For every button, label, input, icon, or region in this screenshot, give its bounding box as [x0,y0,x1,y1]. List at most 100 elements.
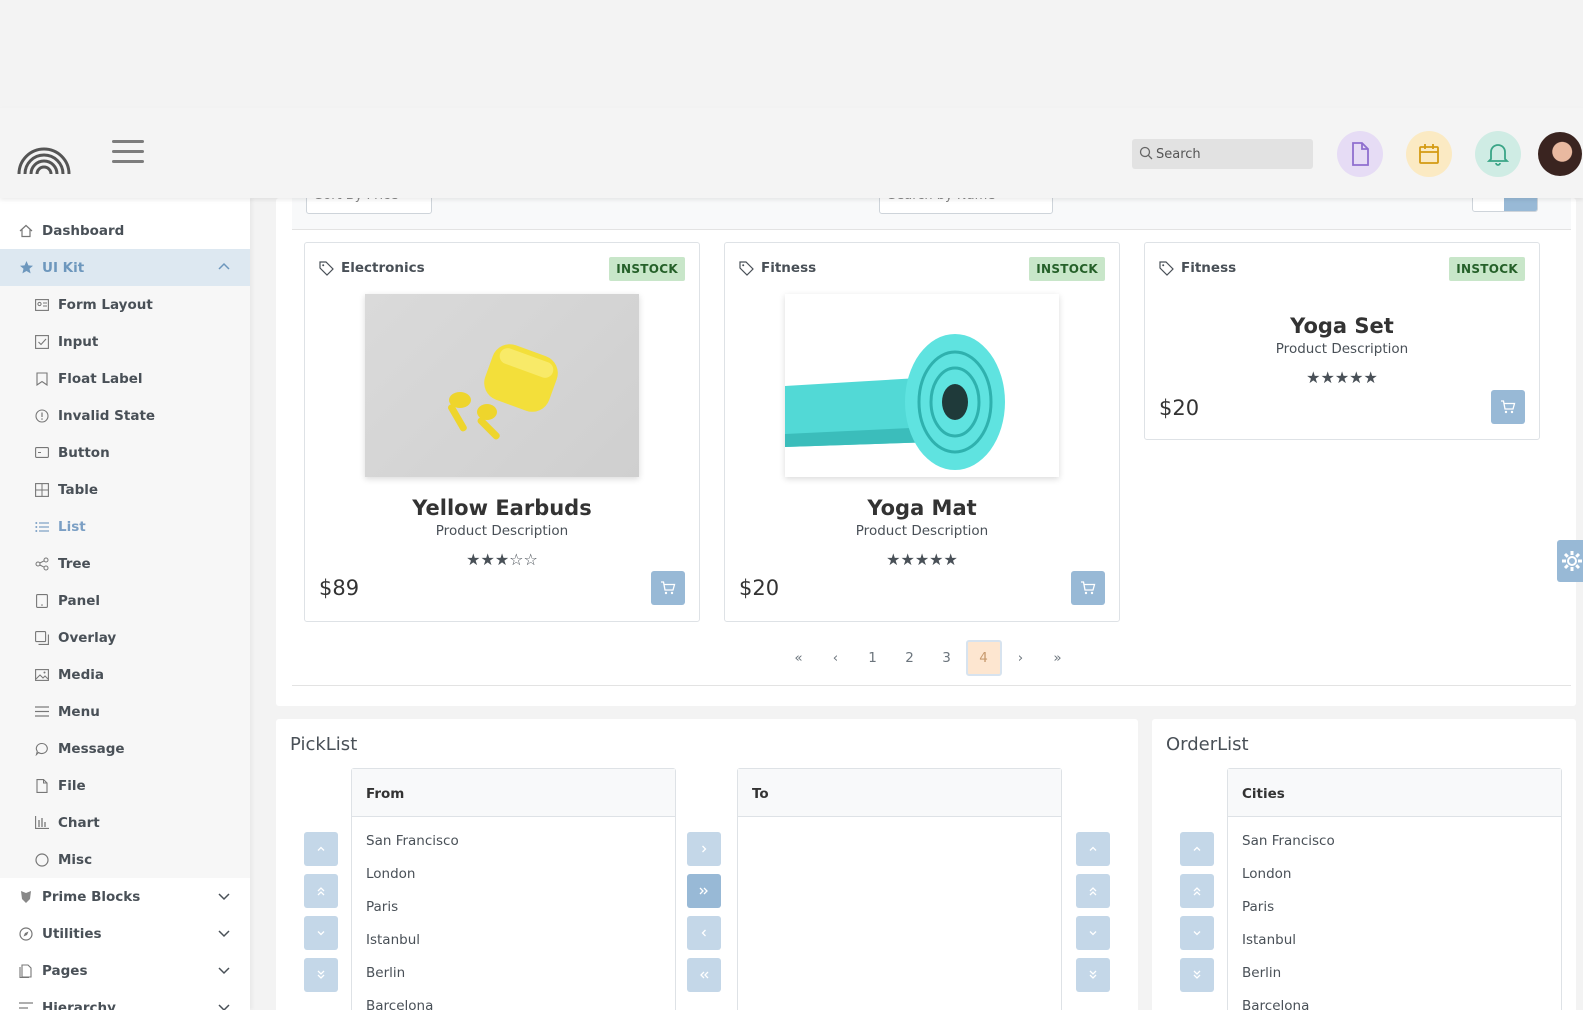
sidebar-item-pages[interactable]: Pages [0,952,250,989]
sidebar-item-tree[interactable]: Tree [0,545,250,582]
sidebar-item-misc[interactable]: Misc [0,841,250,878]
product-name: Yoga Set [1290,314,1394,338]
sidebar-item-menu[interactable]: Menu [0,693,250,730]
add-to-cart-button[interactable] [651,571,685,605]
page-button-3[interactable]: 3 [929,640,965,676]
sidebar-item-prime-blocks[interactable]: Prime Blocks [0,878,250,915]
star-filled-icon[interactable]: ★ [466,550,480,569]
move-down-button[interactable] [304,916,338,950]
avatar[interactable] [1538,132,1582,176]
angle-double-down-icon [317,970,325,979]
move-up-button[interactable] [304,832,338,866]
star-filled-icon[interactable]: ★ [1349,368,1363,387]
angle-up-icon [317,846,325,851]
list-item[interactable]: Paris [1228,890,1561,923]
last-page-button[interactable]: » [1040,640,1076,676]
list-item[interactable]: Berlin [352,956,675,989]
add-to-cart-button[interactable] [1071,571,1105,605]
sidebar-item-media[interactable]: Media [0,656,250,693]
target-move-top-button[interactable] [1076,874,1110,908]
move-bottom-button[interactable] [1180,958,1214,992]
sidebar-item-input[interactable]: Input [0,323,250,360]
calendar-icon [1419,144,1439,164]
sidebar-item-overlay[interactable]: Overlay [0,619,250,656]
sidebar-item-table[interactable]: Table [0,471,250,508]
sidebar-item-ui-kit[interactable]: UI Kit [0,249,250,286]
move-bottom-button[interactable] [304,958,338,992]
move-down-button[interactable] [1180,916,1214,950]
star-empty-icon[interactable]: ☆ [524,550,538,569]
earbuds-image [448,344,558,440]
star-filled-icon[interactable]: ★ [915,550,929,569]
target-move-down-button[interactable] [1076,916,1110,950]
sidebar-item-hierarchy[interactable]: Hierarchy [0,989,250,1010]
notifications-button[interactable] [1475,131,1521,177]
page-button-4[interactable]: 4 [965,640,1002,676]
star-filled-icon[interactable]: ★ [1320,368,1334,387]
star-filled-icon[interactable]: ★ [480,550,494,569]
bell-icon [1487,144,1509,166]
first-page-button[interactable]: « [781,640,817,676]
page-button-2[interactable]: 2 [892,640,928,676]
logo-icon[interactable] [16,136,72,176]
search-input[interactable] [1156,139,1306,169]
list-item[interactable]: London [352,857,675,890]
star-filled-icon[interactable]: ★ [900,550,914,569]
list-item[interactable]: Berlin [1228,956,1561,989]
next-page-button[interactable]: › [1003,640,1039,676]
menu-toggle-button[interactable] [112,140,144,166]
sidebar-item-list[interactable]: List [0,508,250,545]
prev-page-button[interactable]: ‹ [818,640,854,676]
sidebar-item-dashboard[interactable]: Dashboard [0,212,250,249]
move-all-to-source-button[interactable] [687,958,721,992]
layout-toggle[interactable] [1472,198,1538,212]
page-button-1[interactable]: 1 [855,640,891,676]
star-filled-icon[interactable]: ★ [944,550,958,569]
sidebar-item-panel[interactable]: Panel [0,582,250,619]
grid-view-button[interactable] [1504,198,1537,211]
product-rating[interactable]: ★★★★★ [725,550,1119,569]
sidebar-item-file[interactable]: File [0,767,250,804]
target-move-up-button[interactable] [1076,832,1110,866]
list-item[interactable]: Barcelona [1228,989,1561,1010]
move-top-button[interactable] [304,874,338,908]
add-to-cart-button[interactable] [1491,390,1525,424]
sidebar-item-chart[interactable]: Chart [0,804,250,841]
target-move-bottom-button[interactable] [1076,958,1110,992]
move-to-source-button[interactable] [687,916,721,950]
list-item[interactable]: Barcelona [352,989,675,1010]
star-filled-icon[interactable]: ★ [495,550,509,569]
sidebar-item-utilities[interactable]: Utilities [0,915,250,952]
config-button[interactable] [1557,540,1583,582]
file-button[interactable] [1337,131,1383,177]
list-item[interactable]: Istanbul [1228,923,1561,956]
list-item[interactable]: San Francisco [352,824,675,857]
list-item[interactable]: Paris [352,890,675,923]
list-item[interactable]: San Francisco [1228,824,1561,857]
star-filled-icon[interactable]: ★ [886,550,900,569]
move-to-target-button[interactable] [687,832,721,866]
list-item[interactable]: Istanbul [352,923,675,956]
move-top-button[interactable] [1180,874,1214,908]
sidebar-item-button[interactable]: Button [0,434,250,471]
star-filled-icon[interactable]: ★ [929,550,943,569]
sidebar-item-form-layout[interactable]: Form Layout [0,286,250,323]
sidebar-item-invalid-state[interactable]: Invalid State [0,397,250,434]
product-rating[interactable]: ★★★★★ [1145,368,1539,387]
calendar-button[interactable] [1406,131,1452,177]
move-all-to-target-button[interactable] [687,874,721,908]
star-filled-icon[interactable]: ★ [1335,368,1349,387]
star-filled-icon[interactable]: ★ [1306,368,1320,387]
star-filled-icon[interactable]: ★ [1364,368,1378,387]
sidebar-item-message[interactable]: Message [0,730,250,767]
list-item[interactable]: London [1228,857,1561,890]
product-category: Electronics [319,260,425,276]
move-up-button[interactable] [1180,832,1214,866]
product-price: $89 [319,576,360,600]
product-rating[interactable]: ★★★☆☆ [305,550,699,569]
star-empty-icon[interactable]: ☆ [509,550,523,569]
search-by-name-input[interactable]: Search by Name [879,198,1053,214]
sidebar-item-float-label[interactable]: Float Label [0,360,250,397]
sort-dropdown[interactable]: Sort By Price [306,198,432,214]
sidebar-item-label: Message [58,740,125,757]
